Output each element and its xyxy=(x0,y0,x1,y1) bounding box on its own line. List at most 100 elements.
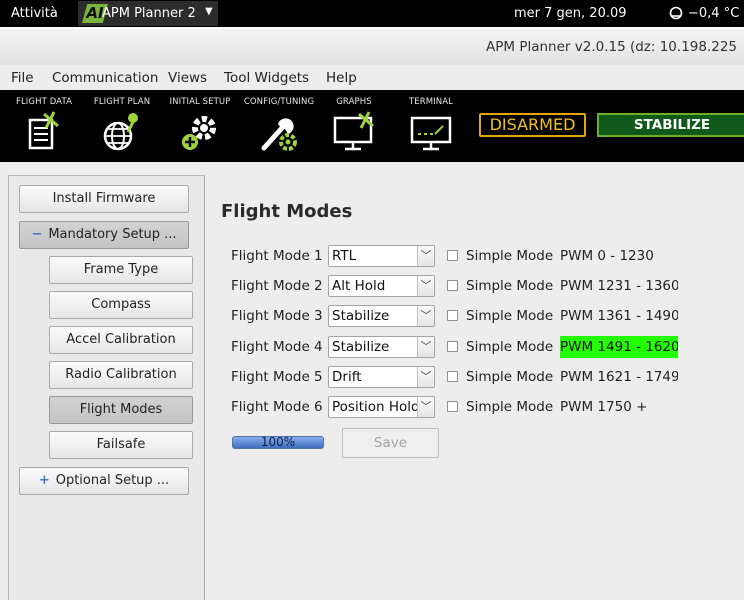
flight-mode-5-label: Flight Mode 5 xyxy=(231,369,323,385)
page-title: Flight Modes xyxy=(221,201,353,222)
flight-mode-5-select[interactable]: Drift ﹀ xyxy=(328,366,435,388)
flight-mode-4-label: Flight Mode 4 xyxy=(231,339,323,355)
flight-mode-6-label: Flight Mode 6 xyxy=(231,399,323,415)
chevron-down-icon: ﹀ xyxy=(417,276,434,296)
toolbar-label: FLIGHT DATA xyxy=(15,97,72,107)
sidebar-item-label: Compass xyxy=(91,297,151,312)
pwm-range-3: PWM 1361 - 1490 xyxy=(560,308,678,324)
toolbar-flight-data-button[interactable]: FLIGHT DATA xyxy=(8,90,80,162)
simple-mode-6-checkbox[interactable] xyxy=(447,401,458,412)
flight-mode-2-label: Flight Mode 2 xyxy=(231,278,323,294)
app-menu-label: APM Planner 2 xyxy=(102,6,196,21)
chevron-down-icon: ﹀ xyxy=(417,337,434,357)
toolbar-label: TERMINAL xyxy=(408,97,454,107)
toolbar-label: GRAPHS xyxy=(336,97,372,107)
chevron-down-icon: ﹀ xyxy=(417,306,434,326)
save-progress-bar: 100% xyxy=(232,436,324,449)
install-firmware-button[interactable]: Install Firmware xyxy=(19,185,189,213)
activities-button[interactable]: Attività xyxy=(11,6,58,21)
sidebar-item-frame-type[interactable]: Frame Type xyxy=(49,256,193,284)
toolbar-label: INITIAL SETUP xyxy=(169,97,231,107)
sidebar-item-compass[interactable]: Compass xyxy=(49,291,193,319)
simple-mode-6-label: Simple Mode xyxy=(466,399,554,415)
menu-communication[interactable]: Communication xyxy=(52,70,158,86)
simple-mode-4-label: Simple Mode xyxy=(466,339,554,355)
pwm-range-6: PWM 1750 + xyxy=(560,399,648,415)
weather-icon[interactable] xyxy=(668,5,684,21)
sidebar-item-label: Failsafe xyxy=(96,437,146,452)
toolbar-flight-plan-button[interactable]: FLIGHT PLAN xyxy=(86,90,158,162)
chevron-down-icon: ﹀ xyxy=(417,367,434,387)
system-top-bar: Attività AI APM Planner 2 ▼ mer 7 gen, 2… xyxy=(0,0,744,27)
select-value: Drift xyxy=(332,369,362,385)
caret-down-icon: ▼ xyxy=(205,6,213,17)
sidebar-item-flight-modes[interactable]: Flight Modes xyxy=(49,396,193,424)
simple-mode-5-checkbox[interactable] xyxy=(447,371,458,382)
sidebar-item-radio-calibration[interactable]: Radio Calibration xyxy=(49,361,193,389)
sidebar-item-label: Frame Type xyxy=(83,262,159,277)
chevron-down-icon: ﹀ xyxy=(417,397,434,417)
sidebar-item-accel-calibration[interactable]: Accel Calibration xyxy=(49,326,193,354)
simple-mode-4-checkbox[interactable] xyxy=(447,341,458,352)
mandatory-setup-button[interactable]: − Mandatory Setup ... xyxy=(19,221,189,249)
sidebar-item-failsafe[interactable]: Failsafe xyxy=(49,431,193,459)
terminal-icon xyxy=(410,116,452,151)
toolbar-terminal-button[interactable]: TERMINAL xyxy=(398,90,464,162)
flight-mode-2-select[interactable]: Alt Hold ﹀ xyxy=(328,275,435,297)
menu-views[interactable]: Views xyxy=(168,70,207,86)
toolbar-label: CONFIG/TUNING xyxy=(243,97,315,107)
mandatory-setup-label: Mandatory Setup ... xyxy=(48,227,177,242)
window-title: APM Planner v2.0.15 (dz: 10.198.225 xyxy=(486,39,738,55)
pwm-range-2: PWM 1231 - 1360 xyxy=(560,278,678,294)
simple-mode-2-checkbox[interactable] xyxy=(447,280,458,291)
optional-setup-label: Optional Setup ... xyxy=(55,473,170,488)
save-button[interactable]: Save xyxy=(342,428,439,458)
menu-tool-widgets[interactable]: Tool Widgets xyxy=(224,70,309,86)
sidebar-item-label: Accel Calibration xyxy=(66,332,176,347)
sidebar-item-label: Flight Modes xyxy=(79,402,163,417)
expand-plus-icon: + xyxy=(38,473,50,488)
graphs-icon xyxy=(333,111,374,151)
window-titlebar[interactable]: APM Planner v2.0.15 (dz: 10.198.225 xyxy=(0,27,744,65)
optional-setup-button[interactable]: + Optional Setup ... xyxy=(19,467,189,495)
menu-help[interactable]: Help xyxy=(326,70,357,86)
select-value: Stabilize xyxy=(332,308,390,324)
clock[interactable]: mer 7 gen, 20.09 xyxy=(514,6,627,21)
toolbar-config-tuning-button[interactable]: CONFIG/TUNING xyxy=(242,90,316,162)
simple-mode-1-checkbox[interactable] xyxy=(447,250,458,261)
flight-mode-6-select[interactable]: Position Hold ﹀ xyxy=(328,396,435,418)
flight-mode-4-select[interactable]: Stabilize ﹀ xyxy=(328,336,435,358)
config-tuning-icon xyxy=(261,118,297,151)
sidebar-item-label: Radio Calibration xyxy=(65,367,177,382)
select-value: RTL xyxy=(332,248,357,264)
pwm-range-1: PWM 0 - 1230 xyxy=(560,248,654,264)
progress-label: 100% xyxy=(260,436,296,449)
toolbar-label: FLIGHT PLAN xyxy=(93,97,151,107)
app-menu[interactable]: AI APM Planner 2 ▼ xyxy=(78,1,218,26)
arm-status-badge: DISARMED xyxy=(479,113,586,137)
simple-mode-5-label: Simple Mode xyxy=(466,369,554,385)
flight-mode-1-label: Flight Mode 1 xyxy=(231,248,323,264)
flight-plan-icon xyxy=(103,113,138,151)
flight-mode-badge: STABILIZE xyxy=(597,113,744,137)
pwm-range-4-current: PWM 1491 - 1620 xyxy=(560,336,678,358)
pwm-range-5: PWM 1621 - 1749 xyxy=(560,369,678,385)
initial-setup-icon xyxy=(182,116,216,150)
toolbar-initial-setup-button[interactable]: INITIAL SETUP xyxy=(164,90,236,162)
flight-data-icon xyxy=(28,111,59,150)
select-value: Alt Hold xyxy=(332,278,386,294)
flight-mode-3-label: Flight Mode 3 xyxy=(231,308,323,324)
weather-temperature[interactable]: −0,4 °C xyxy=(688,6,739,21)
simple-mode-2-label: Simple Mode xyxy=(466,278,554,294)
select-value: Stabilize xyxy=(332,339,390,355)
menu-file[interactable]: File xyxy=(11,70,34,86)
simple-mode-1-label: Simple Mode xyxy=(466,248,554,264)
simple-mode-3-checkbox[interactable] xyxy=(447,310,458,321)
toolbar-graphs-button[interactable]: GRAPHS xyxy=(322,90,386,162)
select-value: Position Hold xyxy=(332,399,420,415)
flight-mode-1-select[interactable]: RTL ﹀ xyxy=(328,245,435,267)
collapse-minus-icon: − xyxy=(31,227,43,242)
simple-mode-3-label: Simple Mode xyxy=(466,308,554,324)
menubar: File Communication Views Tool Widgets He… xyxy=(0,65,744,90)
flight-mode-3-select[interactable]: Stabilize ﹀ xyxy=(328,305,435,327)
